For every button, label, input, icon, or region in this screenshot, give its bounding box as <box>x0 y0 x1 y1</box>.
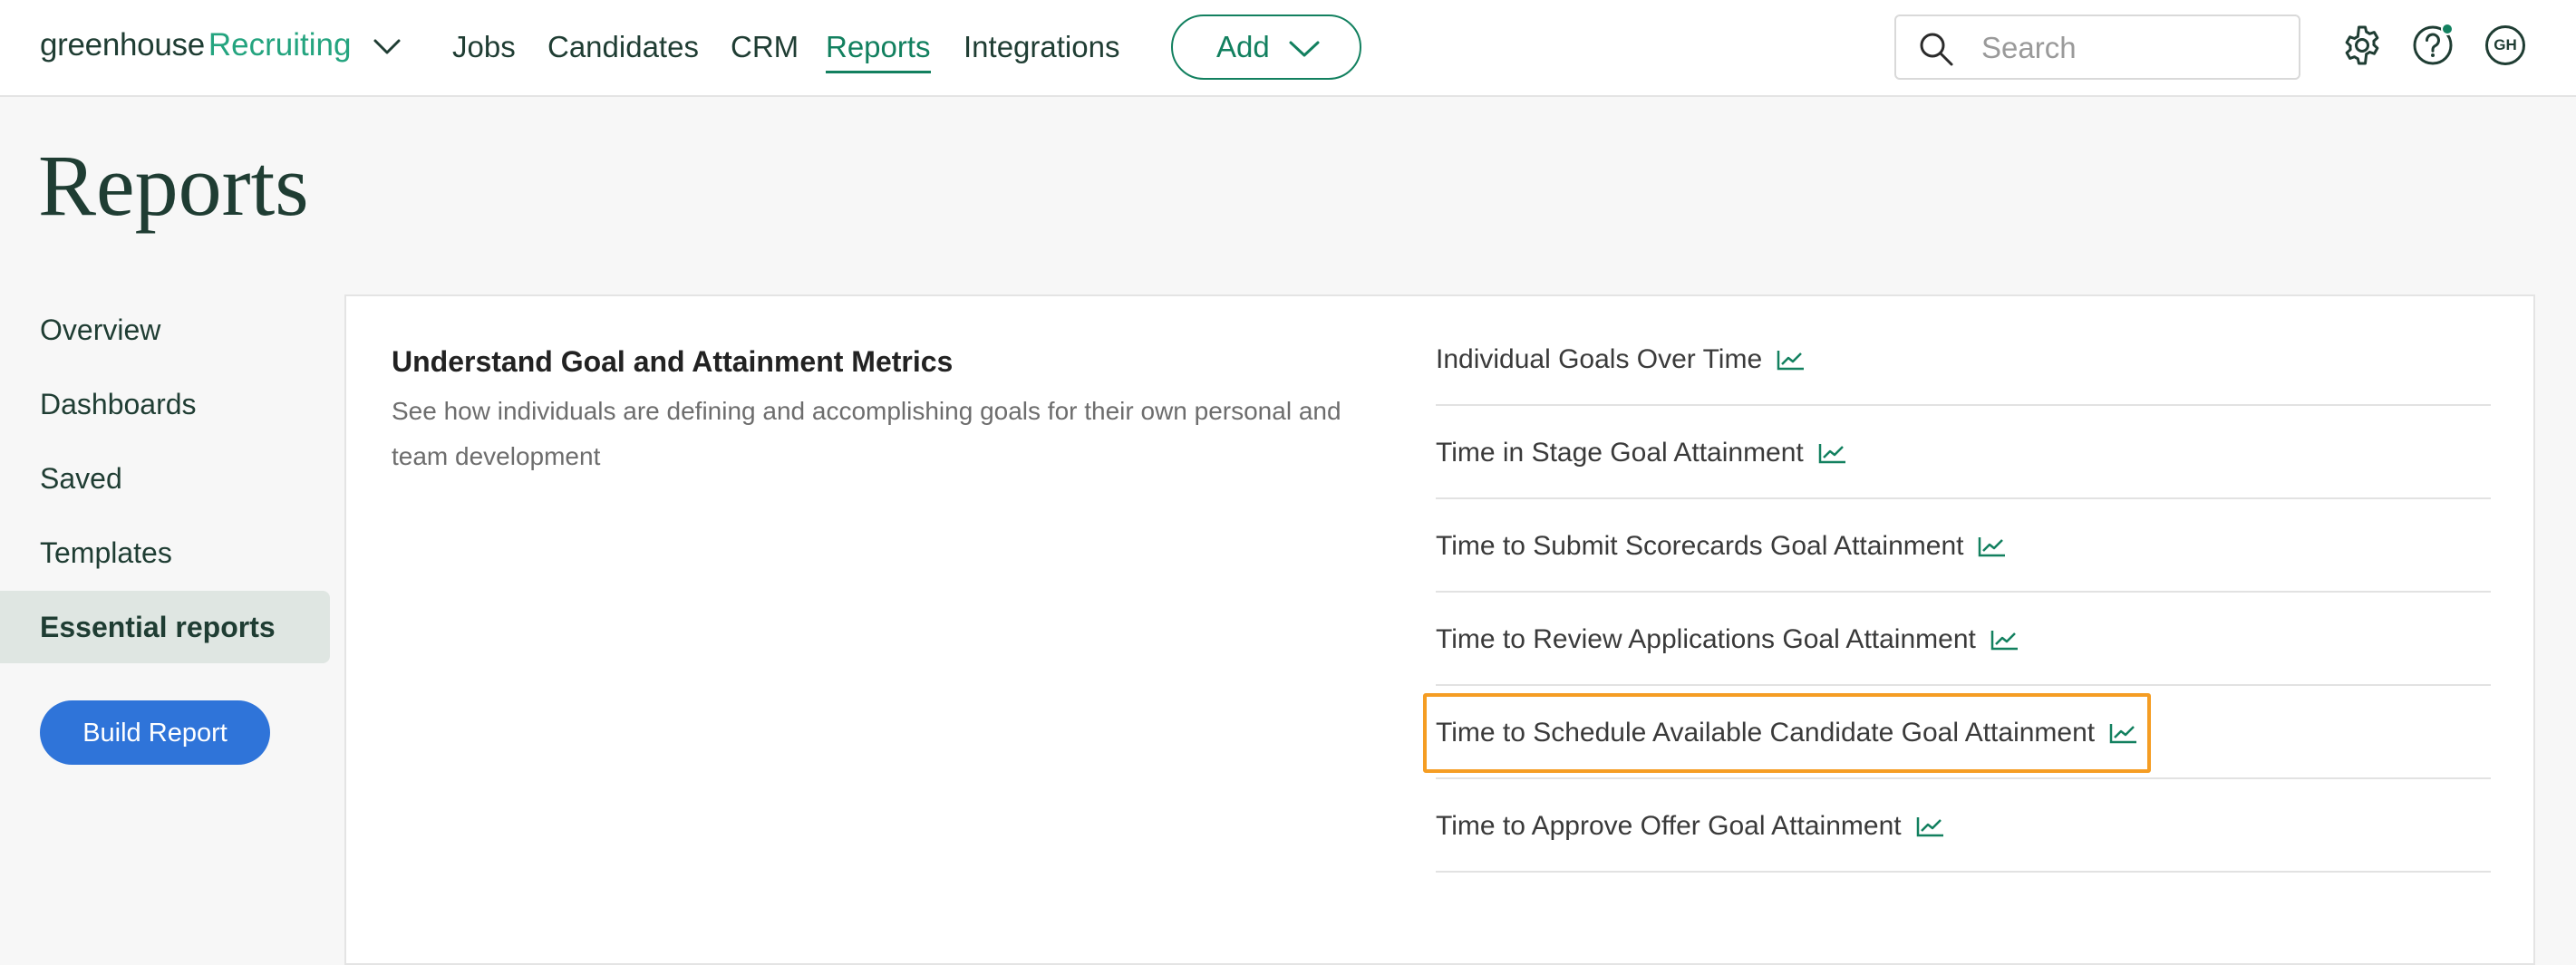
help-icon[interactable] <box>2411 24 2455 67</box>
page-title: Reports <box>38 137 309 234</box>
report-label: Time to Submit Scorecards Goal Attainmen… <box>1436 531 1964 561</box>
report-label: Time to Review Applications Goal Attainm… <box>1436 624 1976 654</box>
top-navigation-bar: greenhouse Recruiting Jobs Candidates CRM… <box>0 0 2576 97</box>
section-title: Understand Goal and Attainment Metrics <box>392 345 954 378</box>
nav-item-crm[interactable]: CRM <box>731 29 799 65</box>
report-link-time-to-schedule-available-candidate[interactable]: Time to Schedule Available Candidate Goa… <box>1422 693 2152 773</box>
list-item: Time to Submit Scorecards Goal Attainmen… <box>1436 499 2491 593</box>
sidebar-item-saved[interactable]: Saved <box>0 442 330 515</box>
build-report-button[interactable]: Build Report <box>40 700 270 765</box>
user-avatar[interactable]: GH <box>2485 25 2525 65</box>
report-link-time-in-stage[interactable]: Time in Stage Goal Attainment <box>1436 435 1847 471</box>
report-list: Individual Goals Over Time Time in Stage… <box>1422 313 2491 873</box>
chevron-down-icon[interactable] <box>372 34 402 58</box>
greenhouse-logo[interactable]: greenhouse Recruiting <box>40 27 351 63</box>
report-category-card: Understand Goal and Attainment Metrics S… <box>344 294 2535 965</box>
report-link-time-to-submit-scorecards[interactable]: Time to Submit Scorecards Goal Attainmen… <box>1436 528 2007 565</box>
brand-product: Recruiting <box>208 27 352 63</box>
list-item: Time in Stage Goal Attainment <box>1436 406 2491 499</box>
sidebar-item-essential-reports[interactable]: Essential reports <box>0 591 330 663</box>
report-link-time-to-approve-offer[interactable]: Time to Approve Offer Goal Attainment <box>1436 808 1945 844</box>
nav-item-reports[interactable]: Reports <box>826 29 931 73</box>
list-item: Time to Schedule Available Candidate Goa… <box>1422 686 2491 779</box>
line-chart-icon <box>1818 444 1845 464</box>
nav-item-jobs[interactable]: Jobs <box>452 29 516 65</box>
add-button-label: Add <box>1216 30 1270 63</box>
list-item: Individual Goals Over Time <box>1436 313 2491 406</box>
nav-item-candidates[interactable]: Candidates <box>547 29 699 65</box>
line-chart-icon <box>1990 631 2018 651</box>
report-label: Time in Stage Goal Attainment <box>1436 438 1804 468</box>
report-label: Time to Schedule Available Candidate Goa… <box>1436 718 2096 748</box>
report-label: Time to Approve Offer Goal Attainment <box>1436 811 1902 841</box>
nav-item-integrations[interactable]: Integrations <box>964 29 1119 65</box>
line-chart-icon <box>1916 817 1943 837</box>
section-description: See how individuals are defining and acc… <box>392 397 1341 470</box>
line-chart-icon <box>1777 351 1805 371</box>
list-item: Time to Review Applications Goal Attainm… <box>1436 593 2491 686</box>
list-item: Time to Approve Offer Goal Attainment <box>1436 779 2491 873</box>
report-link-individual-goals-over-time[interactable]: Individual Goals Over Time <box>1436 342 1806 378</box>
search-input[interactable] <box>1980 27 2282 69</box>
chevron-down-icon <box>1289 41 1320 57</box>
search-box[interactable] <box>1894 14 2300 80</box>
search-icon <box>1920 33 1953 66</box>
line-chart-icon <box>1979 537 2006 557</box>
report-label: Individual Goals Over Time <box>1436 344 1763 374</box>
gear-icon[interactable] <box>2340 24 2384 67</box>
add-button[interactable]: Add <box>1171 14 1361 80</box>
line-chart-icon <box>2109 724 2137 744</box>
notification-dot <box>2441 24 2454 35</box>
report-link-time-to-review-applications[interactable]: Time to Review Applications Goal Attainm… <box>1436 622 2019 658</box>
sidebar-item-dashboards[interactable]: Dashboards <box>0 368 330 440</box>
sidebar-item-overview[interactable]: Overview <box>0 294 330 366</box>
sidebar-item-templates[interactable]: Templates <box>0 516 330 589</box>
brand-name: greenhouse <box>40 27 205 63</box>
